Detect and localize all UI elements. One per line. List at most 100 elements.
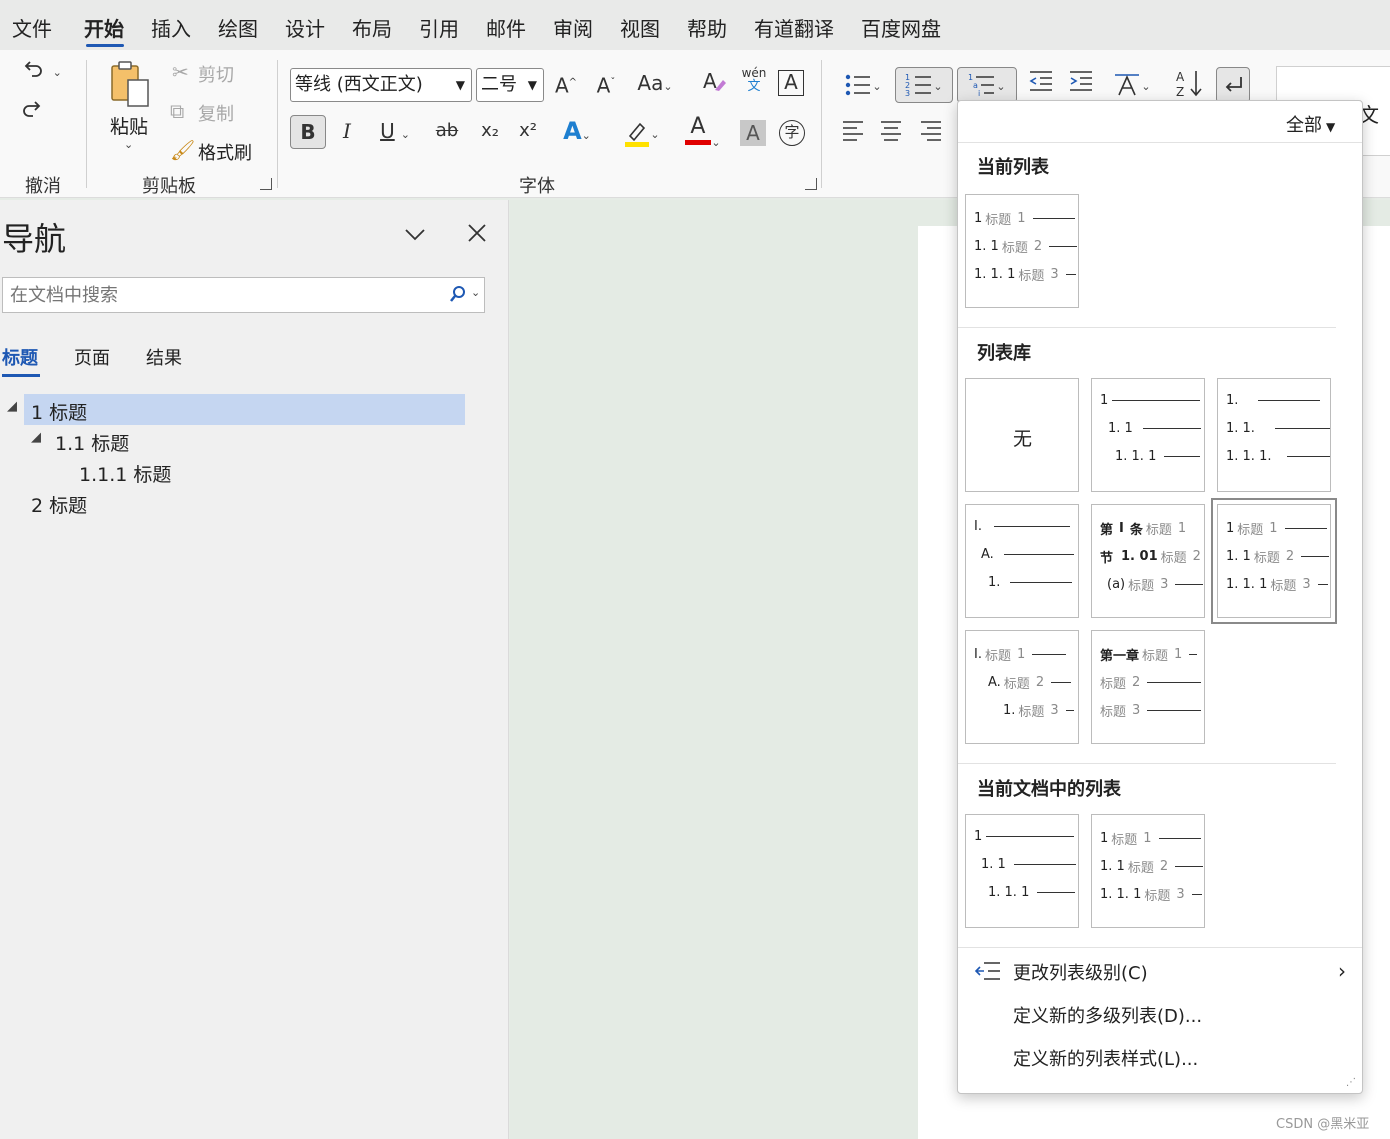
bold-button[interactable]: B [290,115,326,149]
change-list-level-item[interactable]: 更改列表级别(C) › [958,953,1362,993]
heading-tree-item[interactable]: 2 标题 [31,491,87,518]
clipboard-dialog-launcher[interactable] [260,178,272,190]
list-style-tile-library[interactable]: 第一章 标题 1 标题 2 标题 3 [1091,630,1205,744]
tab-help[interactable]: 帮助 [687,13,727,42]
search-input[interactable] [3,278,433,312]
align-right-button[interactable] [918,118,944,150]
bullets-button[interactable]: ⌄ [836,68,890,102]
navigation-options-button[interactable] [402,222,428,248]
search-icon[interactable] [449,285,467,308]
list-style-tile-library[interactable]: 第 I 条标题 1 节 1. 01 标题 2 (a) 标题 3 [1091,504,1205,618]
sort-button[interactable]: AZ [1174,68,1206,101]
list-style-tile-none[interactable]: 无 [965,378,1079,492]
asian-layout-icon [1115,73,1140,95]
character-shading-button[interactable]: A [740,120,766,146]
tab-mailings[interactable]: 邮件 [486,13,526,42]
show-formatting-marks-button[interactable] [1216,67,1250,103]
strikethrough-icon: ab [435,120,459,141]
strikethrough-button[interactable]: ab [432,116,462,146]
document-search-box[interactable]: ⌄ [2,277,485,313]
tab-view[interactable]: 视图 [620,13,660,42]
collapse-triangle-icon[interactable]: ◢ [7,399,17,414]
change-list-level-label: 更改列表级别(C) [1013,963,1148,984]
highlight-button[interactable]: ⌄ [616,116,666,150]
list-style-tile-document[interactable]: 1 1. 1 1. 1. 1 [965,814,1079,928]
font-size-combo[interactable]: 二号 ▼ [476,68,544,102]
section-divider [958,947,1362,948]
navigation-title: 导航 [2,220,67,258]
text-effects-button[interactable]: A⌄ [554,116,600,151]
asian-layout-button[interactable]: ⌄ [1106,68,1158,102]
multilevel-list-button[interactable]: 1 a i ⌄ [957,67,1017,103]
list-style-tile-library[interactable]: 1 1. 1 1. 1. 1 [1091,378,1205,492]
tab-home[interactable]: 开始 [84,13,124,42]
close-navigation-button[interactable] [466,222,488,244]
tab-insert[interactable]: 插入 [151,13,191,42]
tab-youdao[interactable]: 有道翻译 [754,13,834,42]
scissors-icon: ✂ [172,60,189,84]
heading-tree-item[interactable]: 1 标题 [31,398,87,425]
font-dialog-launcher[interactable] [805,178,817,190]
shrink-font-button[interactable]: Aˇ [592,68,620,101]
list-style-tile-document[interactable]: 1 标题 1 1. 1 标题 2 1. 1. 1 标题 3 [1091,814,1205,928]
font-group-label: 字体 [519,176,555,197]
numbering-button[interactable]: 1 2 3 ⌄ [895,67,953,103]
enclose-characters-button[interactable]: 字 [779,120,805,146]
chevron-down-icon: ⌄ [711,136,721,149]
undo-button[interactable]: ⌄ [16,56,68,88]
tab-references[interactable]: 引用 [419,13,459,42]
change-case-button[interactable]: Aa⌄ [632,68,678,102]
heading-tree-item-selected[interactable] [24,394,465,425]
list-filter-dropdown[interactable]: 全部 ▼ [1286,111,1335,137]
redo-button[interactable] [16,96,46,128]
list-style-tile-library-selected[interactable]: 1 标题 1 1. 1 标题 2 1. 1. 1 标题 3 [1211,498,1337,624]
paste-icon [111,61,149,107]
copy-button[interactable]: ⧉ 复制 [170,99,270,127]
list-style-tile-current[interactable]: 1 标题 1 1. 1 标题 2 1. 1. 1 标题 3 [965,194,1079,308]
chevron-down-icon: ▼ [1326,120,1336,134]
phonetic-guide-button[interactable]: wén 文 [738,66,770,94]
cut-button[interactable]: ✂ 剪切 [170,60,270,88]
chevron-down-icon: ⌄ [650,128,660,141]
font-name-combo[interactable]: 等线 (西文正文) ▼ [290,68,472,102]
italic-button[interactable]: I [334,116,360,146]
group-divider [277,60,278,188]
increase-indent-button[interactable] [1066,68,1096,102]
format-painter-button[interactable]: 🖌 格式刷 [170,138,270,166]
align-right-icon [921,121,941,141]
tab-draw[interactable]: 绘图 [218,13,258,42]
svg-text:A: A [1176,70,1185,84]
define-new-multilevel-list-item[interactable]: 定义新的多级列表(D)... [958,997,1362,1037]
tab-design[interactable]: 设计 [285,13,325,42]
character-border-button[interactable]: A [778,70,804,96]
underline-button[interactable]: U ⌄ [372,116,418,150]
svg-text:Z: Z [1176,85,1184,98]
multilevel-list-icon: 1ai [968,73,995,98]
tab-baidu-netdisk[interactable]: 百度网盘 [861,13,941,42]
superscript-button[interactable]: x² [514,116,542,146]
align-center-button[interactable] [878,118,904,150]
grow-font-button[interactable]: A^ [552,68,580,101]
subscript-button[interactable]: x₂ [476,116,504,146]
paste-button[interactable]: 粘贴 ⌄ [102,60,156,160]
define-new-list-style-item[interactable]: 定义新的列表样式(L)... [958,1040,1362,1080]
collapse-triangle-icon[interactable]: ◢ [31,430,41,445]
resize-grip-icon[interactable]: ⋰ [1346,1077,1356,1088]
list-style-tile-library[interactable]: 1. 1. 1. 1. 1. 1. [1217,378,1331,492]
font-color-button[interactable]: A ⌄ [678,114,728,158]
chevron-down-icon[interactable]: ⌄ [471,286,480,299]
font-name-value: 等线 (西文正文) [295,74,423,95]
list-style-tile-library[interactable]: I. A. 1. [965,504,1079,618]
nav-tab-results[interactable]: 结果 [146,344,182,370]
tab-review[interactable]: 审阅 [553,13,593,42]
align-left-button[interactable] [840,118,866,150]
tab-layout[interactable]: 布局 [352,13,392,42]
list-style-tile-library[interactable]: I. 标题 1 A. 标题 2 1. 标题 3 [965,630,1079,744]
tab-file[interactable]: 文件 [12,13,52,42]
heading-tree-item[interactable]: 1.1 标题 [55,429,129,456]
decrease-indent-button[interactable] [1026,68,1056,102]
nav-tab-headings[interactable]: 标题 [2,344,38,370]
clear-formatting-button[interactable]: A [700,68,728,102]
nav-tab-pages[interactable]: 页面 [74,344,110,370]
heading-tree-item[interactable]: 1.1.1 标题 [79,460,171,487]
